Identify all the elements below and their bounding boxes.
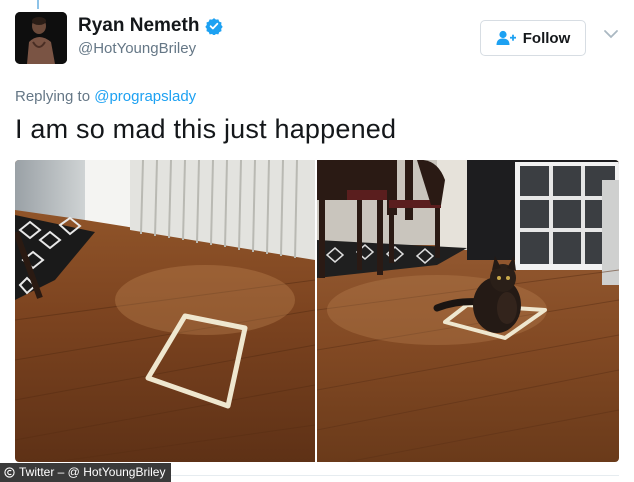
user-name-row[interactable]: Ryan Nemeth xyxy=(78,15,224,37)
image-credit: Twitter – @ HotYoungBriley xyxy=(0,463,172,482)
follow-button[interactable]: Follow xyxy=(480,20,586,56)
user-name[interactable]: Ryan Nemeth xyxy=(78,15,199,37)
copyright-icon xyxy=(4,467,15,478)
replying-to-label: Replying to xyxy=(15,88,91,105)
photo-cat-in-tape-square-image xyxy=(317,160,619,462)
photo-tape-square-floor[interactable] xyxy=(15,160,315,462)
photo-cat-in-tape-square[interactable] xyxy=(317,160,619,462)
replying-to-line: Replying to @prograpslady xyxy=(15,88,196,105)
avatar[interactable] xyxy=(15,12,67,64)
tweet-text: I am so mad this just happened xyxy=(15,114,397,144)
image-credit-text: Twitter – @ HotYoungBriley xyxy=(19,465,166,479)
add-user-icon xyxy=(496,30,516,45)
verified-badge-icon xyxy=(205,18,224,35)
thread-connector-line xyxy=(37,0,39,9)
chevron-down-icon[interactable] xyxy=(603,28,619,40)
avatar-image xyxy=(15,12,67,64)
follow-button-label: Follow xyxy=(522,29,571,47)
user-handle[interactable]: @HotYoungBriley xyxy=(78,40,196,57)
photo-tape-square-floor-image xyxy=(15,160,315,462)
reply-mention-link[interactable]: @prograpslady xyxy=(94,88,196,105)
